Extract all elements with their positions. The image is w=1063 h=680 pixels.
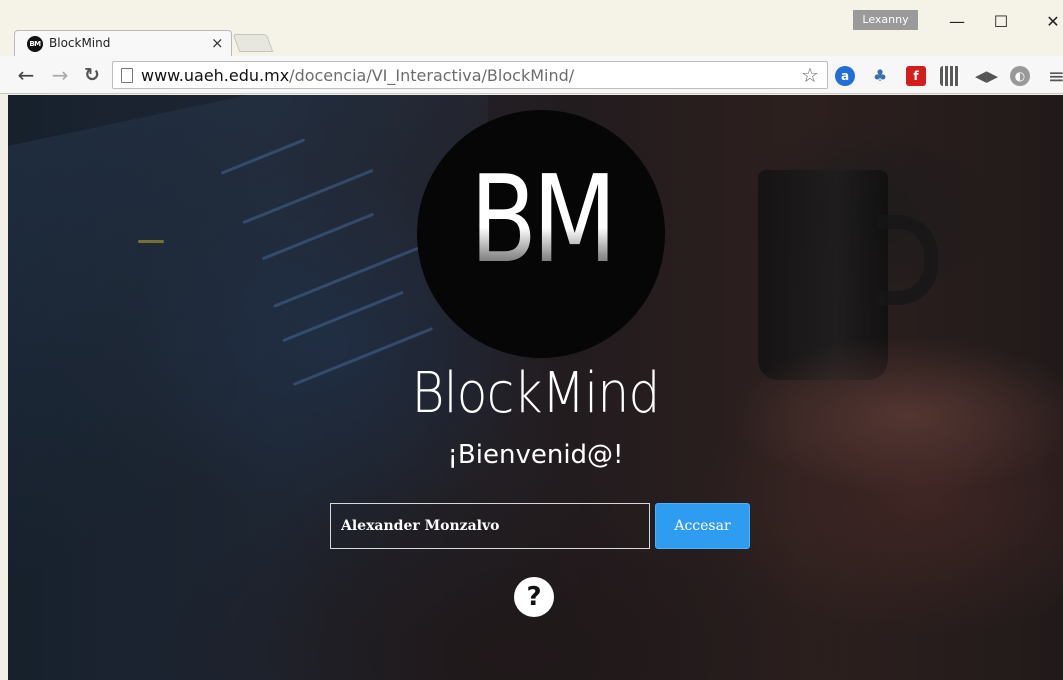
access-button[interactable]: Accesar xyxy=(655,503,750,549)
reload-icon[interactable]: ↻ xyxy=(80,62,104,88)
minimize-icon[interactable]: — xyxy=(934,10,980,34)
close-window-icon[interactable]: ✕ xyxy=(1030,10,1063,34)
forward-icon[interactable]: → xyxy=(48,62,72,88)
profile-badge[interactable]: Lexanny xyxy=(853,10,918,30)
page-icon xyxy=(121,68,133,83)
sitemap-extension-icon[interactable]: ♣ xyxy=(870,66,890,86)
page-viewport: BM BlockMind ¡Bienvenid@! Accesar ? xyxy=(8,95,1063,680)
name-input[interactable] xyxy=(330,503,650,549)
app-title: BlockMind xyxy=(411,361,660,426)
menu-icon[interactable]: ≡ xyxy=(1048,64,1063,88)
url-host: www.uaeh.edu.mx xyxy=(141,66,290,85)
browser-toolbar: ← → ↻ www.uaeh.edu.mx/docencia/VI_Intera… xyxy=(0,56,1063,94)
amazon-extension-icon[interactable]: a xyxy=(835,66,855,86)
blockmind-favicon-icon: BM xyxy=(27,36,43,52)
back-icon[interactable]: ← xyxy=(14,62,38,88)
blockmind-logo: BM xyxy=(417,110,665,358)
audio-extension-icon[interactable]: ◀▶ xyxy=(975,66,998,86)
flipboard-extension-icon[interactable]: f xyxy=(906,66,926,86)
tab-title: BlockMind xyxy=(49,36,111,50)
qr-extension-icon[interactable] xyxy=(940,66,960,86)
ghostery-extension-icon[interactable]: ◐ xyxy=(1010,66,1030,86)
url-text[interactable]: www.uaeh.edu.mx/docencia/VI_Interactiva/… xyxy=(141,66,574,85)
browser-titlebar: BM BlockMind × Lexanny — ☐ ✕ xyxy=(0,0,1063,56)
logo-text: BM xyxy=(439,156,642,286)
browser-tab[interactable]: BM BlockMind × xyxy=(14,30,232,56)
tab-close-icon[interactable]: × xyxy=(211,34,224,52)
url-path: /docencia/VI_Interactiva/BlockMind/ xyxy=(289,66,575,85)
address-bar[interactable]: www.uaeh.edu.mx/docencia/VI_Interactiva/… xyxy=(112,61,828,89)
help-icon[interactable]: ? xyxy=(514,577,554,617)
star-icon[interactable]: ☆ xyxy=(801,63,819,87)
welcome-text: ¡Bienvenid@! xyxy=(447,440,624,470)
maximize-icon[interactable]: ☐ xyxy=(978,10,1024,34)
new-tab-button[interactable] xyxy=(232,34,274,52)
